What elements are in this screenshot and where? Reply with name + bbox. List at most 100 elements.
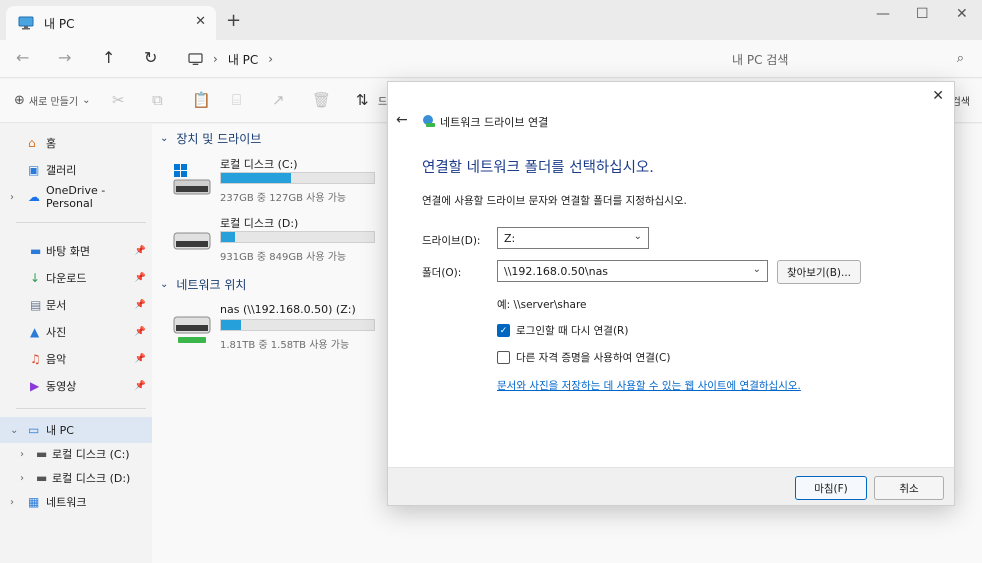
sidebar-item-home[interactable]: ⌂ 홈	[0, 130, 152, 156]
folder-path-value[interactable]: \\192.168.0.50\nas	[504, 265, 608, 278]
chevron-down-icon: ⌄	[160, 279, 169, 290]
delete-icon[interactable]: 🗑	[312, 91, 331, 109]
minimize-icon[interactable]: —	[876, 6, 890, 22]
drive-tile-c[interactable]: 로컬 디스크 (C:) 237GB 중 127GB 사용 가능	[172, 156, 382, 210]
sidebar-item-label: 문서	[46, 299, 67, 312]
breadcrumb-this-pc[interactable]: 내 PC	[228, 51, 258, 68]
sort-label[interactable]: 드	[378, 93, 387, 108]
maximize-icon[interactable]: ☐	[916, 6, 929, 22]
new-button[interactable]: ⊕ 새로 만들기 ⌄	[14, 93, 90, 108]
group-header-network[interactable]: ⌄ 네트워크 위치	[160, 276, 246, 293]
video-icon: ▶	[30, 379, 40, 393]
chevron-right-icon[interactable]: ›	[20, 449, 24, 460]
back-arrow-icon[interactable]: ←	[396, 112, 408, 128]
chevron-down-icon[interactable]: ⌄	[753, 264, 761, 275]
paste-icon[interactable]: 📋	[192, 91, 211, 109]
sidebar-item-label: OneDrive - Personal	[46, 184, 106, 210]
sidebar-item-this-pc[interactable]: ⌄ ▭ 내 PC	[0, 417, 152, 443]
new-tab-icon[interactable]: +	[226, 10, 241, 31]
web-storage-link[interactable]: 문서와 사진을 저장하는 데 사용할 수 있는 웹 사이트에 연결하십시오.	[497, 378, 801, 393]
sidebar-divider	[16, 408, 146, 409]
up-icon[interactable]: ↑	[102, 48, 115, 67]
sidebar-item-label: 내 PC	[46, 424, 74, 437]
gallery-icon: ▣	[28, 163, 40, 177]
drive-name: nas (\\192.168.0.50) (Z:)	[220, 303, 356, 316]
credentials-label: 다른 자격 증명을 사용하여 연결(C)	[516, 352, 671, 364]
drive-space-info: 1.81TB 중 1.58TB 사용 가능	[220, 340, 350, 351]
sidebar-item-label: 바탕 화면	[46, 245, 90, 258]
credentials-checkbox-row[interactable]: 다른 자격 증명을 사용하여 연결(C)	[497, 350, 670, 365]
system-drive-icon	[173, 164, 211, 195]
share-icon[interactable]: ↗	[272, 91, 285, 109]
tab-close-icon[interactable]: ✕	[195, 14, 206, 29]
cloud-icon: ☁	[28, 190, 40, 204]
drive-letter-value: Z:	[504, 231, 516, 245]
reconnect-checkbox-row[interactable]: ✓ 로그인할 때 다시 연결(R)	[497, 323, 628, 338]
sidebar-item-label: 네트워크	[46, 496, 87, 509]
chevron-down-icon[interactable]: ⌄	[10, 425, 18, 436]
search-input[interactable]: 내 PC 검색	[732, 51, 788, 68]
chevron-right-icon[interactable]: ›	[10, 497, 14, 508]
home-icon: ⌂	[28, 136, 36, 150]
sidebar-item-drive-d[interactable]: › ▬ 로컬 디스크 (D:)	[0, 465, 152, 491]
tab-this-pc[interactable]: 내 PC ✕	[6, 6, 216, 40]
reconnect-checkbox[interactable]: ✓	[497, 324, 510, 337]
close-icon[interactable]: ✕	[932, 88, 944, 104]
sidebar-item-label: 로컬 디스크 (D:)	[52, 472, 131, 485]
chevron-right-icon[interactable]: ›	[10, 192, 14, 203]
cancel-button[interactable]: 취소	[874, 476, 944, 500]
drive-name: 로컬 디스크 (C:)	[220, 158, 298, 171]
chevron-right-icon[interactable]: ›	[20, 473, 24, 484]
sidebar-item-label: 동영상	[46, 380, 77, 393]
drive-usage-fill	[221, 320, 241, 330]
path-example: 예: \\server\share	[497, 299, 587, 311]
download-icon: ↓	[30, 271, 41, 285]
pin-icon[interactable]: 📌	[135, 300, 146, 310]
new-label: 새로 만들기	[28, 97, 79, 108]
finish-button[interactable]: 마침(F)	[795, 476, 867, 500]
monitor-icon: ▭	[28, 423, 40, 437]
browse-button[interactable]: 찾아보기(B)...	[777, 260, 861, 284]
picture-icon: ▲	[30, 325, 40, 339]
refresh-icon[interactable]: ↻	[144, 48, 157, 67]
sidebar-item-onedrive[interactable]: › ☁ OneDrive - Personal	[0, 184, 152, 210]
drive-usage-bar	[220, 231, 375, 243]
sidebar-item-videos[interactable]: ▶ 동영상 📌	[0, 373, 152, 399]
drive-tile-network-z[interactable]: nas (\\192.168.0.50) (Z:) 1.81TB 중 1.58T…	[172, 303, 382, 357]
pin-icon[interactable]: 📌	[135, 273, 146, 283]
sidebar-item-desktop[interactable]: ▬ 바탕 화면 📌	[0, 238, 152, 264]
copy-icon[interactable]: ⧉	[152, 91, 163, 109]
sidebar-item-pictures[interactable]: ▲ 사진 📌	[0, 319, 152, 345]
sidebar-item-drive-c[interactable]: › ▬ 로컬 디스크 (C:)	[0, 441, 152, 467]
address-bar[interactable]: › 내 PC ›	[178, 44, 712, 74]
drive-label: 드라이브(D):	[422, 235, 481, 247]
group-header-label: 네트워크 위치	[176, 278, 247, 292]
breadcrumb-separator[interactable]: ›	[268, 52, 273, 66]
pin-icon[interactable]: 📌	[135, 327, 146, 337]
back-icon[interactable]: ←	[16, 48, 29, 67]
pin-icon[interactable]: 📌	[135, 381, 146, 391]
drive-usage-fill	[221, 232, 235, 242]
plus-circle-icon: ⊕	[14, 93, 25, 108]
close-window-icon[interactable]: ✕	[956, 6, 968, 22]
drive-tile-d[interactable]: 로컬 디스크 (D:) 931GB 중 849GB 사용 가능	[172, 215, 382, 269]
pin-icon[interactable]: 📌	[135, 354, 146, 364]
drive-letter-select[interactable]: Z: ⌄	[497, 227, 649, 249]
sort-icon[interactable]: ⇅	[356, 91, 369, 109]
cut-icon[interactable]: ✂	[112, 91, 125, 109]
sidebar-item-network[interactable]: › ▦ 네트워크	[0, 489, 152, 515]
credentials-checkbox[interactable]	[497, 351, 510, 364]
sidebar-item-music[interactable]: ♫ 음악 📌	[0, 346, 152, 372]
sidebar-item-documents[interactable]: ▤ 문서 📌	[0, 292, 152, 318]
group-header-devices[interactable]: ⌄ 장치 및 드라이브	[160, 130, 261, 147]
map-network-drive-dialog: ✕ ← 네트워크 드라이브 연결 연결할 네트워크 폴더를 선택하십시오. 연결…	[387, 81, 955, 506]
forward-icon[interactable]: →	[58, 48, 71, 67]
sidebar-item-downloads[interactable]: ↓ 다운로드 📌	[0, 265, 152, 291]
drive-name: 로컬 디스크 (D:)	[220, 217, 299, 230]
pin-icon[interactable]: 📌	[135, 246, 146, 256]
search-box[interactable]: 내 PC 검색 ⌕	[722, 44, 974, 74]
sidebar-item-gallery[interactable]: ▣ 갤러리	[0, 157, 152, 183]
rename-icon[interactable]: ⌸	[232, 91, 241, 109]
folder-path-combobox[interactable]: \\192.168.0.50\nas ⌄	[497, 260, 768, 282]
reconnect-label: 로그인할 때 다시 연결(R)	[516, 325, 629, 337]
